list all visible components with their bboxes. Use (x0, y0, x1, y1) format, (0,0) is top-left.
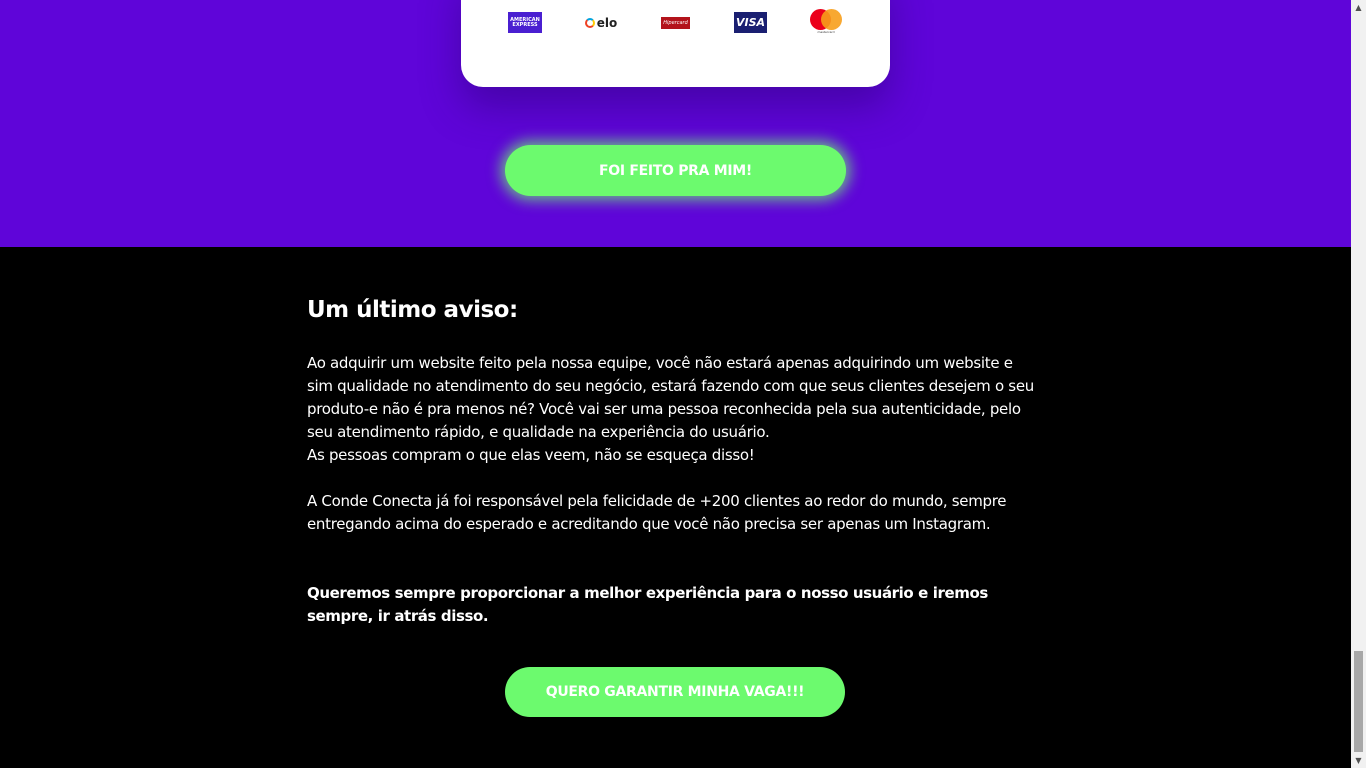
hipercard-icon: Hipercard (661, 17, 690, 29)
mastercard-orange-circle (821, 9, 842, 30)
notice-strong-text: Queremos sempre proporcionar a melhor ex… (307, 584, 988, 625)
elo-icon: elo (582, 12, 620, 34)
amex-text: AMERICAN EXPRESS (510, 16, 540, 28)
chevron-up-icon[interactable]: ▲ (1351, 0, 1366, 15)
hipercard-text: Hipercard (663, 20, 688, 26)
scrollbar[interactable]: ▲ ▼ (1351, 0, 1366, 768)
foi-feito-pra-mim-button[interactable]: FOI FEITO PRA MIM! (505, 145, 846, 196)
chevron-down-icon[interactable]: ▼ (1351, 753, 1366, 768)
scrollbar-thumb[interactable] (1354, 651, 1363, 752)
mastercard-text: mastercard (817, 30, 835, 34)
elo-text: elo (596, 16, 618, 30)
page: AMERICAN EXPRESS elo Hipercard VISA mast… (0, 0, 1351, 768)
notice-paragraph-1: Ao adquirir um website feito pela nossa … (307, 354, 1034, 441)
elo-ring-icon (584, 18, 595, 28)
notice-paragraph-3: A Conde Conecta já foi responsável pela … (307, 492, 1007, 533)
amex-icon: AMERICAN EXPRESS (508, 12, 542, 33)
payment-section: AMERICAN EXPRESS elo Hipercard VISA mast… (0, 0, 1351, 247)
visa-text: VISA (735, 16, 766, 29)
notice-paragraph-2: As pessoas compram o que elas veem, não … (307, 446, 755, 464)
notice-title: Um último aviso: (307, 297, 518, 323)
quero-garantir-minha-vaga-button[interactable]: QUERO GARANTIR MINHA VAGA!!! (505, 667, 845, 717)
visa-icon: VISA (734, 12, 767, 33)
mastercard-icon: mastercard (808, 9, 844, 35)
notice-body: Ao adquirir um website feito pela nossa … (307, 352, 1037, 536)
